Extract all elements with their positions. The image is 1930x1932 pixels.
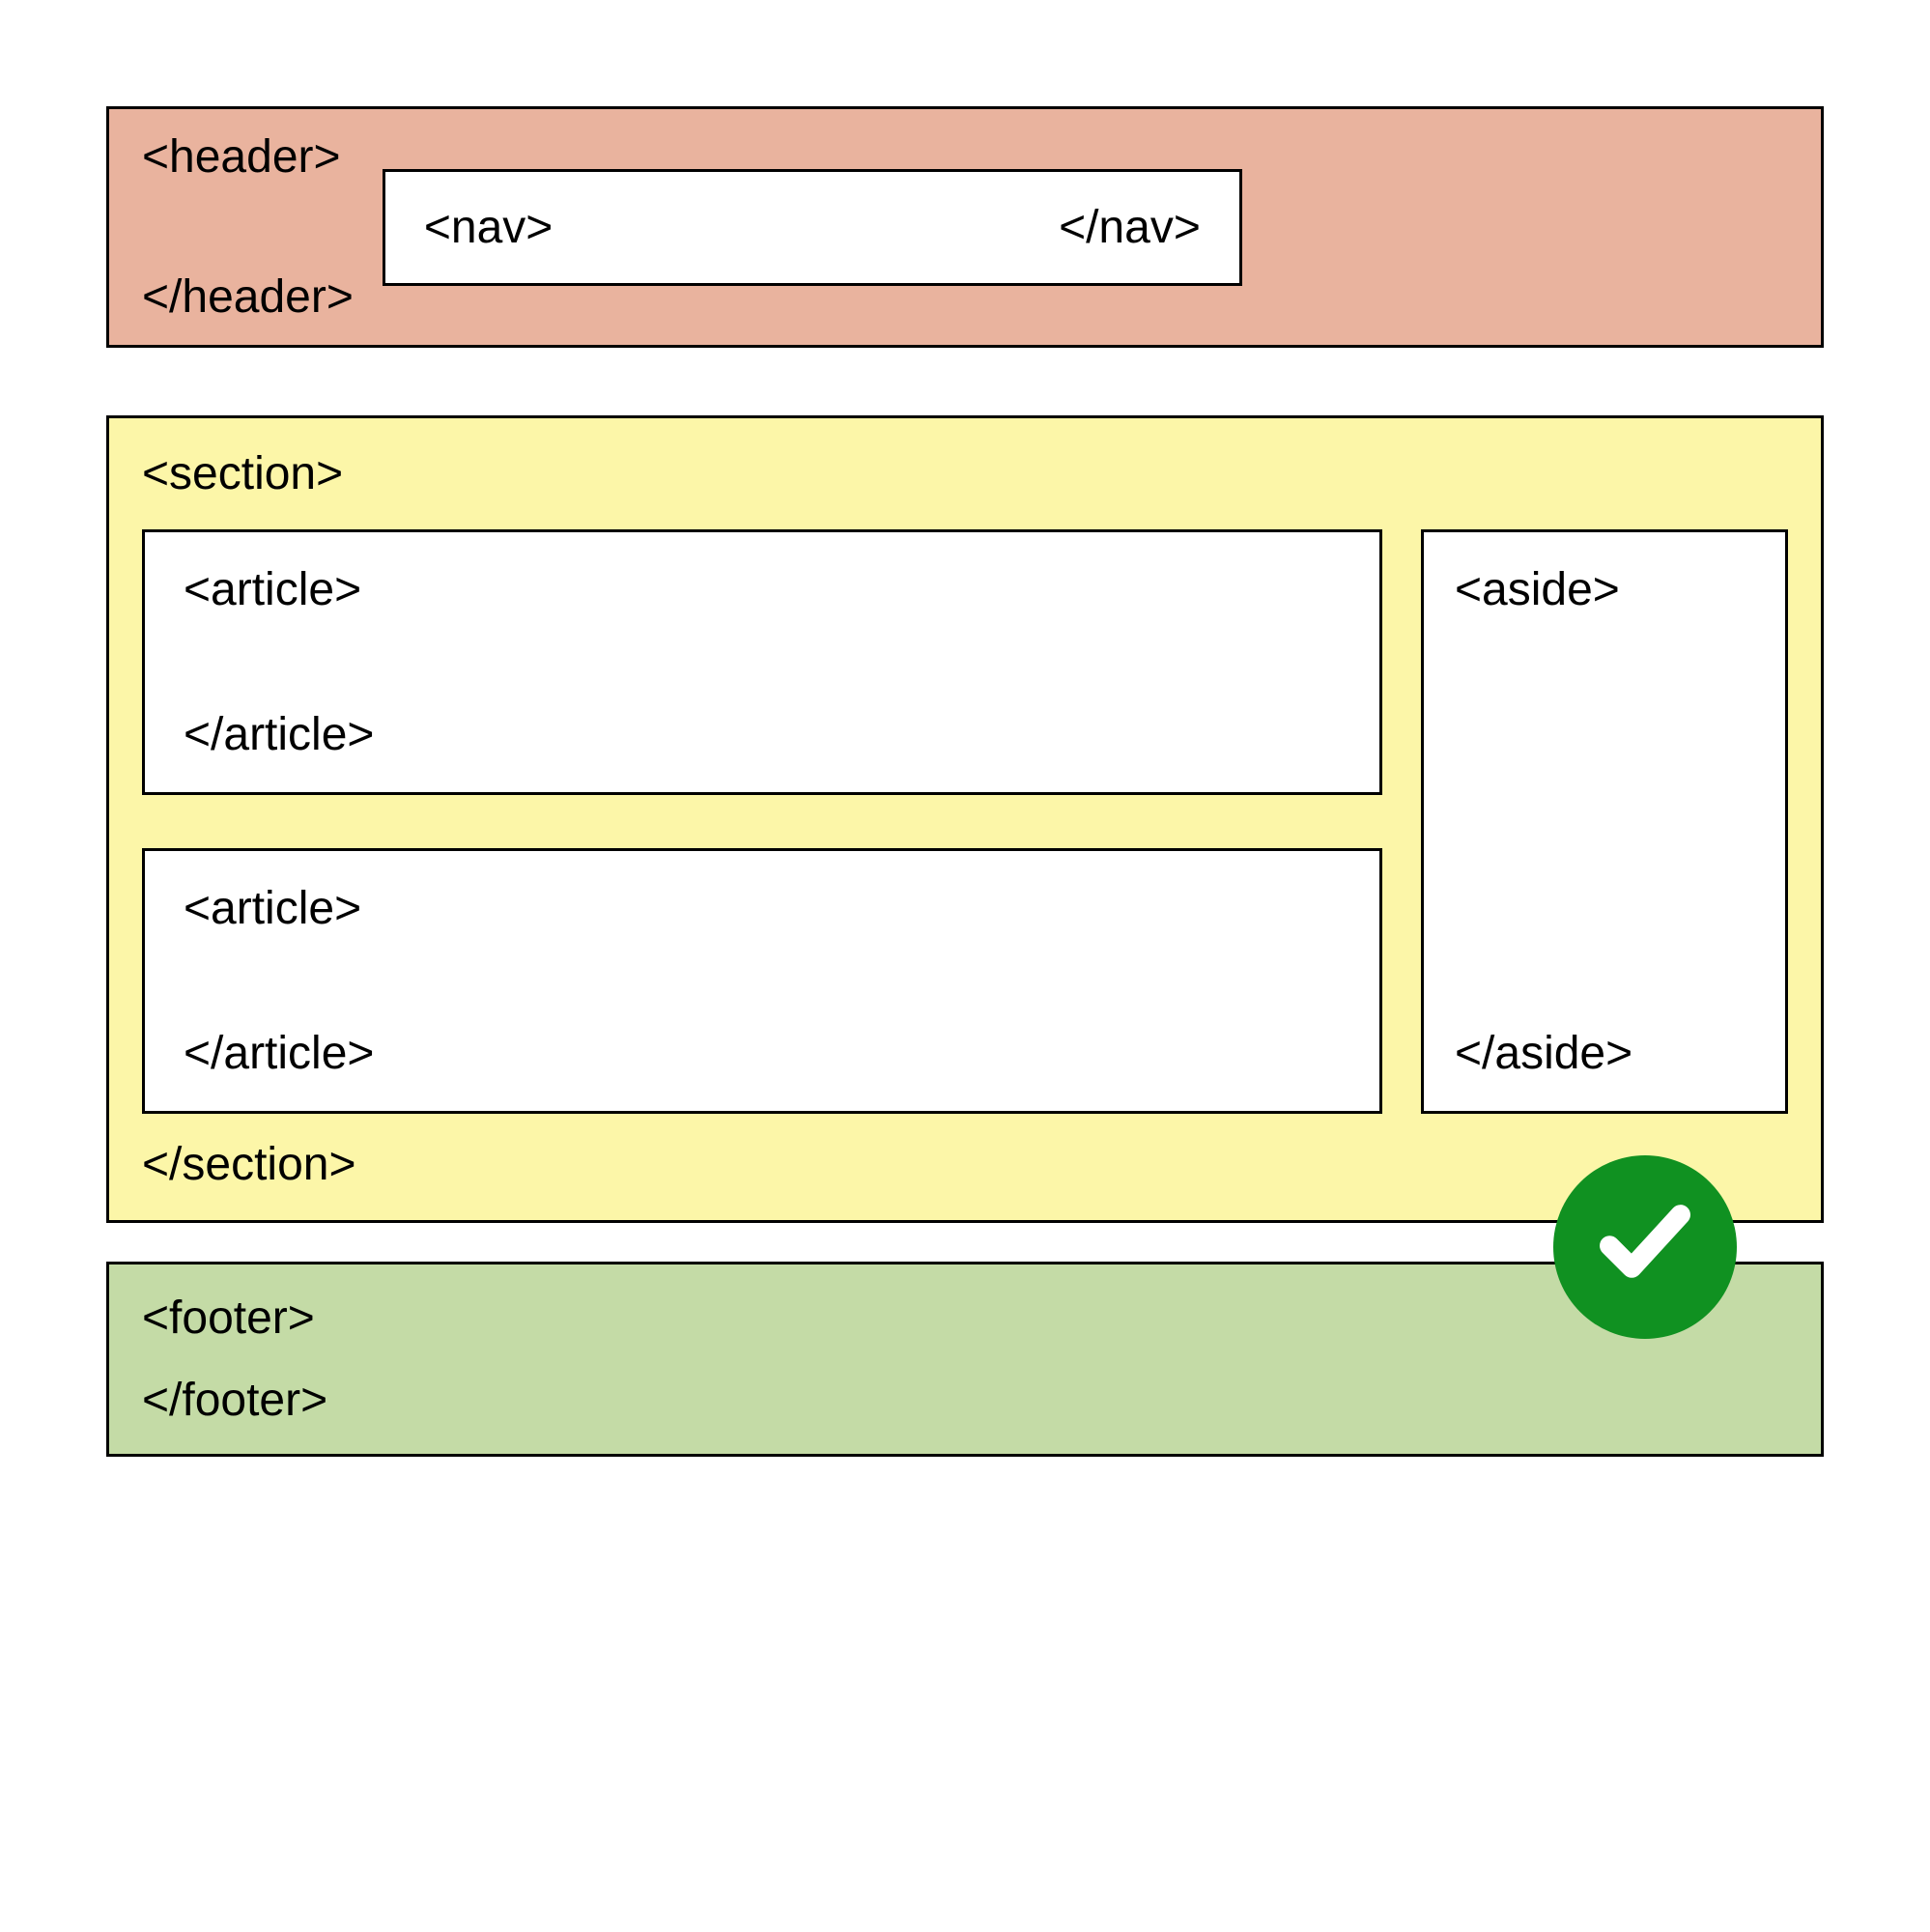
article-close-tag: </article>	[184, 708, 1341, 761]
articles-column: <article> </article> <article> </article…	[142, 529, 1382, 1114]
nav-close-tag: </nav>	[1059, 201, 1201, 254]
header-open-tag: <header>	[142, 130, 354, 184]
header-region: <header> </header> <nav> </nav>	[106, 106, 1824, 348]
section-body: <article> </article> <article> </article…	[142, 529, 1788, 1114]
footer-open-tag: <footer>	[142, 1292, 1788, 1345]
article-region: <article> </article>	[142, 848, 1382, 1114]
aside-open-tag: <aside>	[1455, 563, 1754, 616]
article-open-tag: <article>	[184, 882, 1341, 935]
article-close-tag: </article>	[184, 1027, 1341, 1080]
article-region: <article> </article>	[142, 529, 1382, 795]
correct-badge	[1553, 1155, 1737, 1339]
nav-region: <nav> </nav>	[383, 169, 1242, 286]
aside-region: <aside> </aside>	[1421, 529, 1788, 1114]
section-close-tag: </section>	[142, 1139, 355, 1190]
footer-wrap: <footer> </footer>	[106, 1262, 1824, 1457]
header-tag-labels: <header> </header>	[142, 130, 354, 324]
header-close-tag: </header>	[142, 270, 354, 324]
nav-open-tag: <nav>	[424, 201, 553, 254]
checkmark-icon	[1592, 1188, 1698, 1306]
section-region: <section> <article> </article> <article>…	[106, 415, 1824, 1223]
footer-close-tag: </footer>	[142, 1374, 1788, 1427]
aside-close-tag: </aside>	[1455, 1027, 1754, 1080]
article-open-tag: <article>	[184, 563, 1341, 616]
section-open-tag: <section>	[142, 448, 343, 499]
